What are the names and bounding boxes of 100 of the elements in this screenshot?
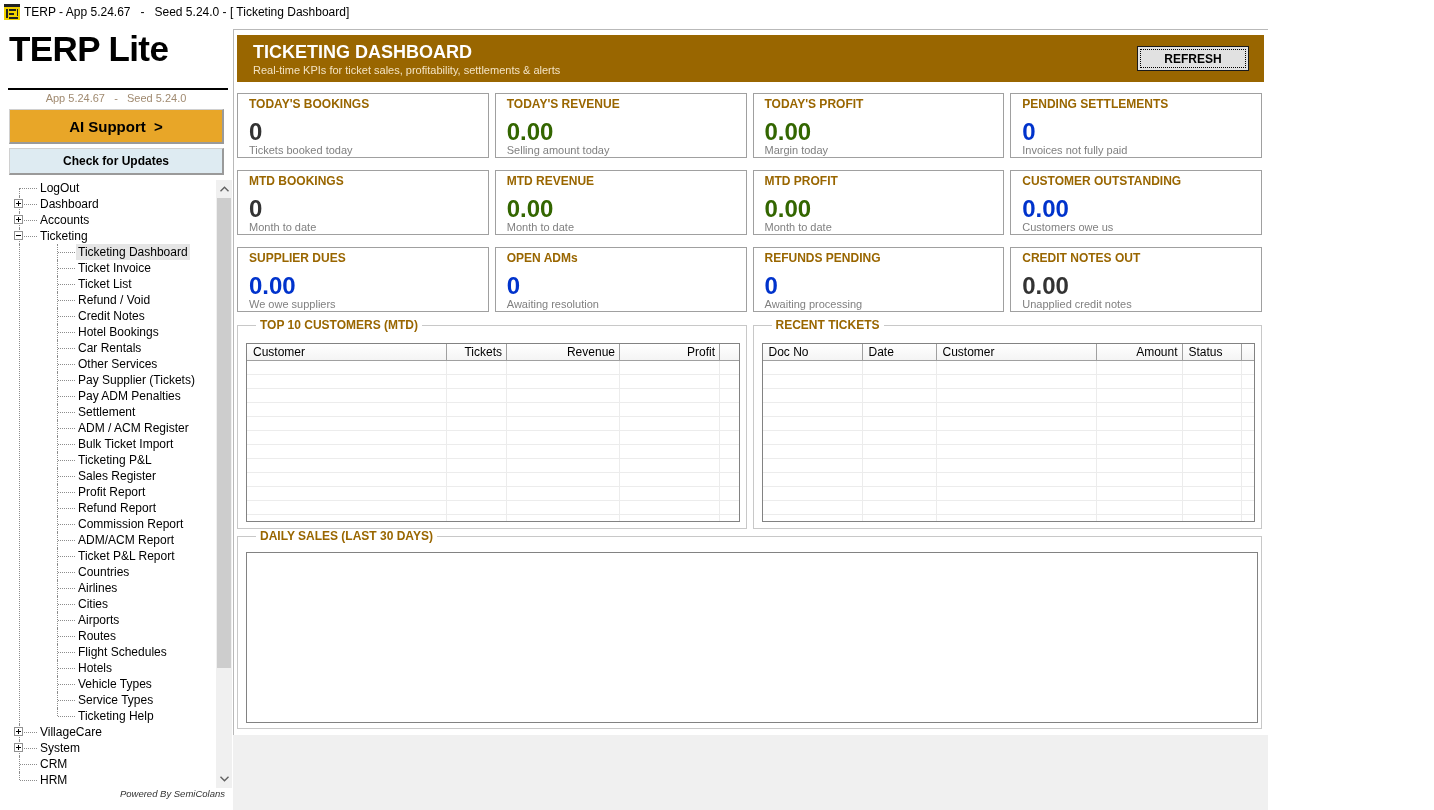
tree-item[interactable]: Settlement xyxy=(76,404,138,420)
kpi-value: 0.00 xyxy=(764,197,812,221)
kpi-caption: Unapplied credit notes xyxy=(1022,298,1132,311)
tree-item[interactable]: Flight Schedules xyxy=(76,644,169,660)
tree-item[interactable]: Refund Report xyxy=(76,500,159,516)
tree-item[interactable]: Credit Notes xyxy=(76,308,147,324)
kpi-value: 0 xyxy=(249,120,263,144)
refresh-button[interactable]: REFRESH xyxy=(1137,46,1249,71)
column-header[interactable]: Revenue xyxy=(507,344,620,361)
kpi-title: MTD BOOKINGS xyxy=(249,173,344,189)
tree-item[interactable]: Ticketing xyxy=(38,228,90,244)
collapse-icon[interactable] xyxy=(14,231,23,240)
kpi-caption: Month to date xyxy=(764,221,832,234)
kpi-caption: Selling amount today xyxy=(506,144,610,157)
tree-item[interactable]: Ticketing P&L xyxy=(76,452,154,468)
column-header[interactable]: Customer xyxy=(247,344,447,361)
kpi-caption: Awaiting processing xyxy=(764,298,863,311)
group-title: RECENT TICKETS xyxy=(774,319,881,332)
tree-item[interactable]: Ticketing Dashboard xyxy=(76,244,190,260)
tree-item[interactable]: Other Services xyxy=(76,356,160,372)
tree-item[interactable]: Car Rentals xyxy=(76,340,144,356)
tree-item[interactable]: Profit Report xyxy=(76,484,148,500)
tree-item[interactable]: Airlines xyxy=(76,580,120,596)
tree-item[interactable]: Airports xyxy=(76,612,122,628)
tree-item[interactable]: Pay ADM Penalties xyxy=(76,388,183,404)
tree-item[interactable]: HRM xyxy=(38,772,70,788)
kpi-title: TODAY'S BOOKINGS xyxy=(249,96,370,112)
page-title: TICKETING DASHBOARD xyxy=(253,42,472,62)
kpi-value: 0.00 xyxy=(249,274,296,298)
tree-item[interactable]: Ticket P&L Report xyxy=(76,548,177,564)
column-header[interactable]: Tickets xyxy=(447,344,507,361)
powered-by-label: Powered By SemiColans xyxy=(119,788,226,800)
kpi-title: TODAY'S PROFIT xyxy=(764,96,864,112)
column-header[interactable]: Status xyxy=(1182,344,1242,361)
tree-item[interactable]: Ticket List xyxy=(76,276,134,292)
tree-item[interactable]: Bulk Ticket Import xyxy=(76,436,176,452)
window-title: TERP - App 5.24.67 - Seed 5.24.0 - [ Ticketing Dashboard] xyxy=(24,5,350,19)
kpi-value: 0 xyxy=(1022,120,1036,144)
kpi-value: 0.00 xyxy=(506,120,554,144)
column-header[interactable]: Doc No xyxy=(762,344,863,361)
kpi-value: 0 xyxy=(506,274,521,298)
kpi-value: 0.00 xyxy=(506,197,554,221)
expand-icon[interactable] xyxy=(14,727,23,736)
kpi-value: 0.00 xyxy=(1022,274,1069,298)
kpi-title: MTD PROFIT xyxy=(764,173,838,189)
tree-item[interactable]: Accounts xyxy=(38,212,92,228)
column-header[interactable]: Customer xyxy=(936,344,1097,361)
tree-item[interactable]: System xyxy=(38,740,82,756)
tree-item[interactable]: CRM xyxy=(38,756,70,772)
scrollbar-thumb[interactable] xyxy=(217,198,231,668)
tree-item[interactable]: Cities xyxy=(76,596,110,612)
ai-support-button[interactable]: AI Support > xyxy=(9,109,224,144)
tree-item[interactable]: Sales Register xyxy=(76,468,159,484)
expand-icon[interactable] xyxy=(14,743,23,752)
group-title: DAILY SALES (LAST 30 DAYS) xyxy=(259,530,434,543)
version-label: App 5.24.67 - Seed 5.24.0 xyxy=(44,92,188,105)
tree-item[interactable]: Dashboard xyxy=(38,196,101,212)
tree-item[interactable]: Ticket Invoice xyxy=(76,260,153,276)
tree-item[interactable]: Commission Report xyxy=(76,516,186,532)
tree-item[interactable]: Hotel Bookings xyxy=(76,324,161,340)
brand-title: TERP Lite xyxy=(8,29,169,69)
kpi-caption: Awaiting resolution xyxy=(506,298,599,311)
kpi-caption: Tickets booked today xyxy=(249,144,353,157)
kpi-value: 0.00 xyxy=(764,120,812,144)
kpi-caption: Month to date xyxy=(506,221,575,234)
column-header[interactable]: Date xyxy=(862,344,937,361)
chevron-down-icon[interactable] xyxy=(219,776,229,782)
tree-item[interactable]: Hotels xyxy=(76,660,114,676)
column-header[interactable]: Profit xyxy=(620,344,720,361)
tree-item[interactable]: ADM/ACM Report xyxy=(76,532,177,548)
app-icon xyxy=(4,4,20,20)
tree-item[interactable]: Pay Supplier (Tickets) xyxy=(76,372,197,388)
kpi-caption: Margin today xyxy=(764,144,829,157)
kpi-caption: Invoices not fully paid xyxy=(1022,144,1128,157)
check-updates-button[interactable]: Check for Updates xyxy=(9,148,224,175)
tree-item[interactable]: Countries xyxy=(76,564,132,580)
column-header[interactable]: Amount xyxy=(1096,344,1183,361)
kpi-value: 0 xyxy=(764,274,778,298)
expand-icon[interactable] xyxy=(14,215,23,224)
tree-item[interactable]: VillageCare xyxy=(38,724,104,740)
kpi-title: TODAY'S REVENUE xyxy=(506,96,620,112)
group-title: TOP 10 CUSTOMERS (MTD) xyxy=(259,319,420,332)
tree-item[interactable]: ADM / ACM Register xyxy=(76,420,191,436)
page-subtitle: Real-time KPIs for ticket sales, profitability, settlements & alerts xyxy=(253,64,561,77)
kpi-caption: Customers owe us xyxy=(1022,221,1114,234)
kpi-caption: We owe suppliers xyxy=(249,298,336,311)
kpi-title: CUSTOMER OUTSTANDING xyxy=(1022,173,1182,189)
tree-item[interactable]: Vehicle Types xyxy=(76,676,154,692)
kpi-title: CREDIT NOTES OUT xyxy=(1022,250,1141,266)
kpi-title: OPEN ADMs xyxy=(506,250,578,266)
tree-item[interactable]: LogOut xyxy=(38,180,82,196)
tree-item[interactable]: Refund / Void xyxy=(76,292,153,308)
chevron-up-icon[interactable] xyxy=(219,186,229,192)
kpi-title: PENDING SETTLEMENTS xyxy=(1022,96,1169,112)
tree-item[interactable]: Service Types xyxy=(76,692,156,708)
tree-item[interactable]: Ticketing Help xyxy=(76,708,156,724)
expand-icon[interactable] xyxy=(14,199,23,208)
kpi-value: 0 xyxy=(249,197,263,221)
kpi-value: 0.00 xyxy=(1022,197,1069,221)
tree-item[interactable]: Routes xyxy=(76,628,119,644)
